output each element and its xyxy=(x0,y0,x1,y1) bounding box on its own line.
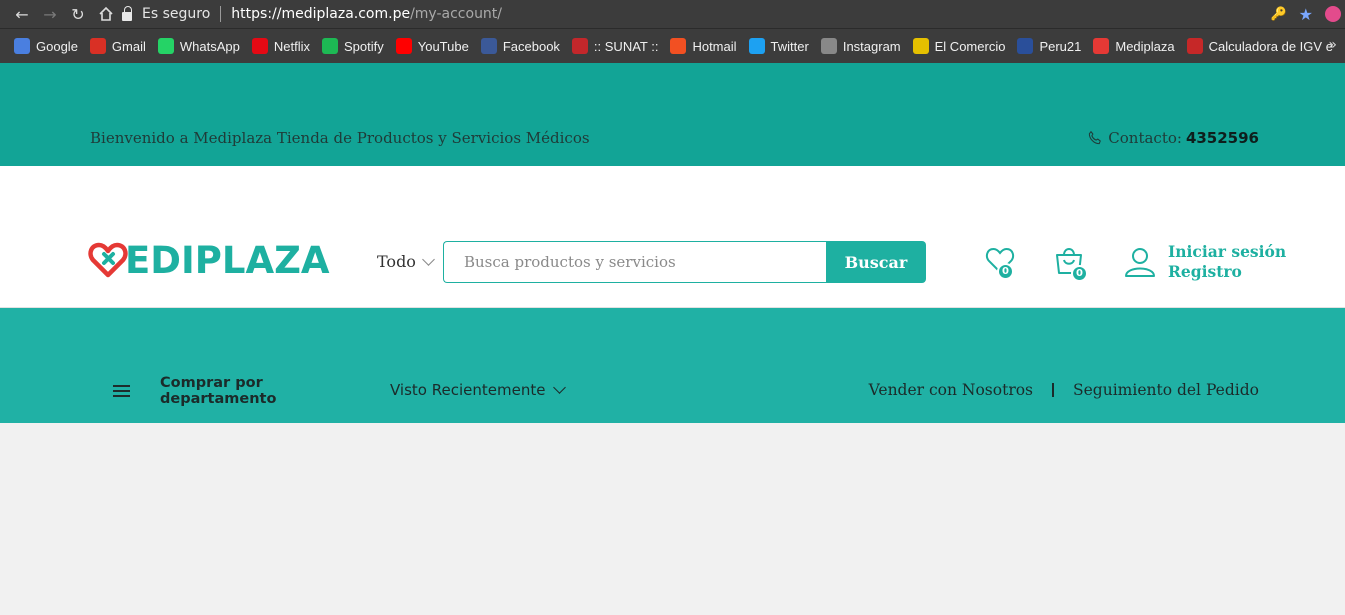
register-link[interactable]: Registro xyxy=(1168,262,1286,282)
sell-with-us-link[interactable]: Vender con Nosotros xyxy=(869,381,1033,399)
bookmark-label: Hotmail xyxy=(692,38,737,54)
cart-count-badge: 0 xyxy=(1071,265,1088,282)
elcomercio-icon xyxy=(912,38,929,54)
bookmark-label: Netflix xyxy=(273,38,310,54)
instagram-icon xyxy=(820,38,837,54)
bookmark-label: Gmail xyxy=(111,38,146,54)
bookmark-item[interactable]: Netflix xyxy=(251,38,310,54)
key-icon[interactable]: 🔑 xyxy=(1270,7,1286,22)
lock-icon xyxy=(122,5,132,21)
bookmark-label: Facebook xyxy=(502,38,560,54)
twitter-icon xyxy=(748,38,765,54)
url-host: https://mediplaza.com.pe xyxy=(231,6,411,22)
netflix-icon xyxy=(251,38,268,54)
user-icon[interactable] xyxy=(1124,246,1156,278)
bookmark-item[interactable]: Peru21 xyxy=(1017,38,1081,54)
google-icon xyxy=(14,38,30,54)
bookmark-label: El Comercio xyxy=(934,38,1006,54)
phone-icon xyxy=(1089,131,1102,145)
account-links: Iniciar sesión Registro xyxy=(1168,242,1286,282)
bookmark-item[interactable]: Facebook xyxy=(480,38,560,54)
mediplaza-icon xyxy=(1093,38,1110,54)
navbar-links: Vender con Nosotros Seguimiento del Pedi… xyxy=(869,381,1259,399)
bookmark-item[interactable]: Mediplaza xyxy=(1093,38,1175,54)
recently-viewed-label: Visto Recientemente xyxy=(390,381,546,399)
search-form: Buscar xyxy=(443,241,926,283)
peru21-icon xyxy=(1017,38,1034,54)
contact-info: Contacto: 4352596 xyxy=(1086,129,1259,147)
bookmark-item[interactable]: El Comercio xyxy=(912,38,1006,54)
bookmark-label: Google xyxy=(36,38,78,54)
hamburger-menu-icon[interactable] xyxy=(113,385,130,397)
category-select[interactable]: Todo xyxy=(377,252,435,271)
bookmark-label: Spotify xyxy=(343,38,384,54)
category-select-value: Todo xyxy=(377,252,416,271)
bookmark-item[interactable]: Twitter xyxy=(748,38,809,54)
back-arrow-icon[interactable]: ← xyxy=(8,0,36,28)
extension-icon[interactable] xyxy=(1325,6,1341,22)
hotmail-icon xyxy=(670,38,687,54)
chevron-down-icon xyxy=(422,252,435,266)
gmail-icon xyxy=(89,38,106,54)
site-topbar: Bienvenido a Mediplaza Tienda de Product… xyxy=(0,63,1345,166)
bookmark-label: Calculadora de IGV e xyxy=(1208,38,1333,54)
facebook-icon xyxy=(480,38,497,54)
nav-divider xyxy=(1052,383,1055,397)
logo-text: EDIPLAZA xyxy=(125,238,330,282)
url-path: /my-account/ xyxy=(410,6,503,22)
bookmark-item[interactable]: YouTube xyxy=(395,38,469,54)
chevron-down-icon xyxy=(553,381,567,394)
bookmark-item[interactable]: WhatsApp xyxy=(157,38,240,54)
wishlist-button[interactable]: 0 xyxy=(984,244,1018,280)
search-input[interactable] xyxy=(443,241,826,283)
wishlist-count-badge: 0 xyxy=(997,263,1014,280)
account-area: Iniciar sesión Registro xyxy=(1124,242,1286,282)
site-header: EDIPLAZA Todo Buscar 0 0 Iniciar sesión … xyxy=(0,166,1345,308)
bookmark-item[interactable]: :: SUNAT :: xyxy=(571,38,659,54)
bookmark-item[interactable]: Instagram xyxy=(820,38,901,54)
sunat-icon xyxy=(571,38,588,54)
bookmark-item[interactable]: Gmail xyxy=(89,38,146,54)
recently-viewed-dropdown[interactable]: Visto Recientemente xyxy=(390,381,567,399)
bookmark-item[interactable]: Spotify xyxy=(321,38,384,54)
bookmark-label: Instagram xyxy=(842,38,901,54)
bookmark-label: :: SUNAT :: xyxy=(593,38,659,54)
main-navbar: Comprar por departamento Visto Recientem… xyxy=(0,308,1345,423)
address-bar[interactable]: Es seguro https://mediplaza.com.pe/my-ac… xyxy=(122,2,1330,26)
bookmark-item[interactable]: Calculadora de IGV e xyxy=(1186,38,1333,54)
departments-menu[interactable]: Comprar por departamento xyxy=(160,375,290,407)
bookmark-star-icon[interactable]: ★ xyxy=(1299,5,1313,24)
spotify-icon xyxy=(321,38,338,54)
bookmark-label: Twitter xyxy=(770,38,809,54)
bookmark-item[interactable]: Google xyxy=(14,38,78,54)
login-link[interactable]: Iniciar sesión xyxy=(1168,242,1286,262)
whatsapp-icon xyxy=(157,38,174,54)
bookmark-item[interactable]: Hotmail xyxy=(670,38,737,54)
calculadora-icon xyxy=(1186,38,1203,54)
more-bookmarks-icon[interactable]: » xyxy=(1328,37,1337,53)
contact-number[interactable]: 4352596 xyxy=(1186,129,1259,147)
heart-cross-logo-icon xyxy=(88,242,128,278)
url-divider xyxy=(220,6,222,22)
contact-label: Contacto: xyxy=(1108,129,1182,147)
bookmark-label: WhatsApp xyxy=(179,38,240,54)
secure-label: Es seguro xyxy=(142,6,211,22)
cart-button[interactable]: 0 xyxy=(1053,244,1088,282)
bookmark-label: YouTube xyxy=(417,38,469,54)
browser-toolbar: ← → ↻ Es seguro https://mediplaza.com.pe… xyxy=(0,0,1345,28)
bookmarks-bar: Google Gmail WhatsApp Netflix Spotify YouTube… xyxy=(0,28,1345,63)
bookmark-label: Mediplaza xyxy=(1115,38,1175,54)
browser-actions: 🔑 ★ xyxy=(1270,0,1345,28)
reload-icon[interactable]: ↻ xyxy=(64,0,92,28)
order-tracking-link[interactable]: Seguimiento del Pedido xyxy=(1073,381,1259,399)
forward-arrow-icon[interactable]: → xyxy=(36,0,64,28)
mediplaza-logo[interactable]: EDIPLAZA xyxy=(88,240,330,280)
bookmark-label: Peru21 xyxy=(1039,38,1082,54)
page-content xyxy=(0,423,1345,615)
home-icon[interactable] xyxy=(92,0,120,28)
welcome-text: Bienvenido a Mediplaza Tienda de Product… xyxy=(90,129,590,147)
search-button[interactable]: Buscar xyxy=(826,241,926,283)
youtube-icon xyxy=(395,38,412,54)
